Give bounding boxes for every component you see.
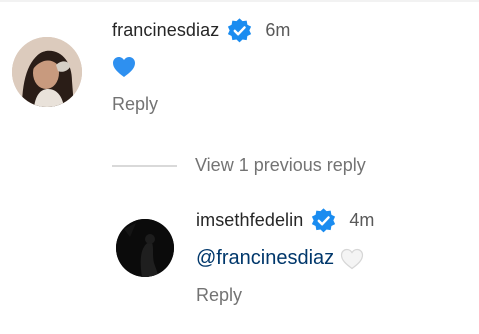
reply-button[interactable]: Reply — [112, 94, 158, 115]
blue-heart-icon — [113, 57, 135, 77]
mention-link[interactable]: @francinesdiaz — [196, 247, 334, 270]
reply-body: @francinesdiaz — [196, 247, 364, 270]
comment-thread: francinesdiaz 6m Reply View 1 previous r… — [0, 0, 479, 334]
reply-timestamp: 4m — [349, 210, 375, 230]
white-heart-icon — [341, 248, 364, 269]
comment-username[interactable]: francinesdiaz — [112, 20, 219, 41]
reply-username[interactable]: imsethfedelin — [196, 210, 303, 231]
reply-header: imsethfedelin 4m — [196, 207, 374, 234]
comment-timestamp: 6m — [265, 20, 291, 40]
verified-badge-icon — [228, 18, 252, 43]
divider — [112, 164, 177, 167]
comment-header: francinesdiaz 6m — [112, 17, 290, 44]
reply-button[interactable]: Reply — [196, 285, 242, 306]
verified-badge-icon — [312, 208, 336, 233]
divider — [0, 0, 479, 2]
avatar[interactable] — [12, 37, 82, 107]
avatar[interactable] — [116, 219, 174, 277]
view-replies-label: View 1 previous reply — [195, 155, 366, 175]
profile-photo — [116, 219, 174, 277]
profile-photo — [12, 37, 82, 107]
view-previous-replies-button[interactable]: View 1 previous reply — [112, 155, 366, 176]
